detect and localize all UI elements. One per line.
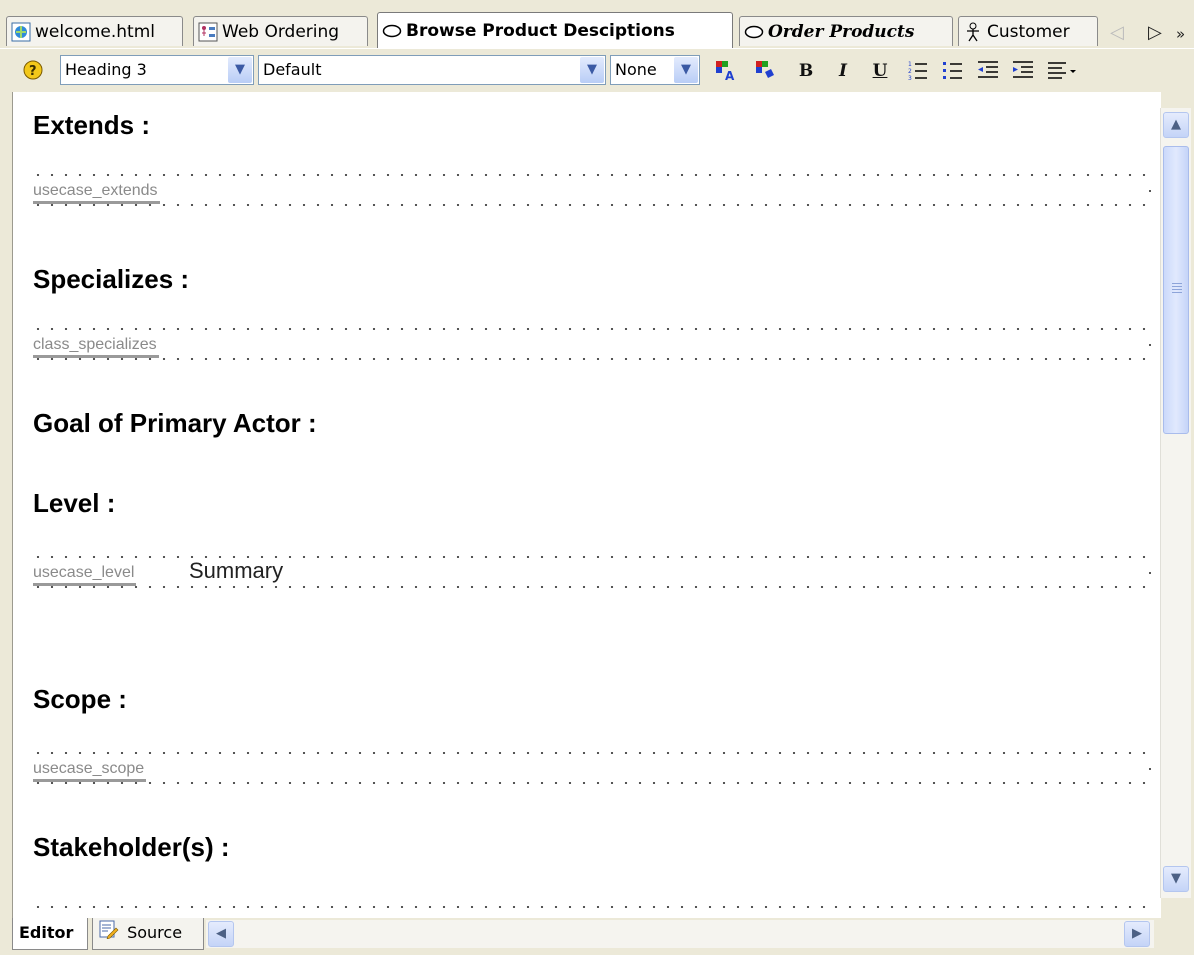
html-page-icon <box>11 22 31 42</box>
tab-list-overflow-icon[interactable]: » <box>1176 25 1185 43</box>
tab-welcome-html[interactable]: welcome.html <box>6 16 183 46</box>
grip-icon <box>1172 283 1182 293</box>
tab-navigation: ◁ ▷ » <box>1106 22 1194 46</box>
field-tag: usecase_scope <box>33 759 147 782</box>
scroll-up-icon[interactable]: ▲ <box>1163 112 1189 138</box>
scroll-right-icon[interactable]: ▶ <box>1124 921 1150 947</box>
bulleted-list-icon[interactable] <box>940 58 966 84</box>
tab-label: Web Ordering <box>222 21 340 42</box>
heading-extends: Extends : <box>33 110 151 140</box>
italic-icon[interactable]: I <box>830 58 856 84</box>
field-border <box>31 752 1151 754</box>
scroll-tabs-right-icon[interactable]: ▷ <box>1148 22 1162 43</box>
tab-label: Editor <box>19 923 74 942</box>
field-border <box>31 358 1151 360</box>
field-value[interactable]: Summary <box>189 558 284 584</box>
field-border <box>31 328 1151 330</box>
usecase-ellipse-icon <box>744 22 764 42</box>
field-border <box>1149 572 1151 574</box>
svg-text:A: A <box>725 69 735 82</box>
heading-level: Level : <box>33 488 116 518</box>
chevron-down-icon[interactable]: ▼ <box>674 57 698 83</box>
font-family-select[interactable]: Default ▼ <box>258 55 606 85</box>
vertical-scrollbar[interactable]: ▲ ▼ <box>1160 108 1191 898</box>
usecase-ellipse-icon <box>382 21 402 41</box>
numbered-list-icon[interactable]: 123 <box>905 58 931 84</box>
svg-text:1: 1 <box>908 61 912 68</box>
heading-scope: Scope : <box>33 684 127 714</box>
tab-web-ordering[interactable]: Web Ordering <box>193 16 368 46</box>
paragraph-style-select[interactable]: Heading 3 ▼ <box>60 55 254 85</box>
field-border <box>31 174 1151 176</box>
scrollbar-thumb[interactable] <box>1163 146 1189 434</box>
indent-icon[interactable] <box>1010 58 1036 84</box>
source-edit-icon <box>99 919 119 949</box>
format-toolbar: ? Heading 3 ▼ Default ▼ None ▼ A B I U 1… <box>0 48 1194 93</box>
tab-browse-product-descriptions[interactable]: Browse Product Desciptions <box>377 12 733 48</box>
field-tag: usecase_extends <box>33 181 160 204</box>
font-size-select[interactable]: None ▼ <box>610 55 700 85</box>
tab-label: Source <box>127 923 183 942</box>
tab-label: Browse Product Desciptions <box>406 20 675 41</box>
field-border <box>31 906 1151 908</box>
scroll-tabs-left-icon[interactable]: ◁ <box>1110 22 1124 43</box>
svg-text:?: ? <box>29 64 37 79</box>
field-tag: class_specializes <box>33 335 159 358</box>
heading-goal-of-primary-actor: Goal of Primary Actor : <box>33 408 317 438</box>
chevron-down-icon[interactable]: ▼ <box>580 57 604 83</box>
help-icon[interactable]: ? <box>18 58 48 84</box>
editor-tab-bar: welcome.html Web Ordering Browse Product… <box>0 0 1194 55</box>
field-border <box>1149 190 1151 192</box>
font-family-value: Default <box>263 60 322 79</box>
text-color-icon[interactable]: A <box>712 58 738 84</box>
tab-customer[interactable]: Customer <box>958 16 1098 46</box>
heading-specializes: Specializes : <box>33 264 190 294</box>
chevron-down-icon[interactable]: ▼ <box>228 57 252 83</box>
horizontal-scrollbar[interactable]: ◀ ▶ <box>206 920 1154 948</box>
usecase-extends-field[interactable]: usecase_extends <box>31 174 1151 214</box>
scroll-left-icon[interactable]: ◀ <box>208 921 234 947</box>
actor-icon <box>963 22 983 42</box>
underline-icon[interactable]: U <box>867 58 893 84</box>
heading-stakeholders: Stakeholder(s) : <box>33 832 230 862</box>
field-border <box>31 782 1151 784</box>
tab-label: Customer <box>987 21 1070 42</box>
tab-editor[interactable]: Editor <box>12 918 88 950</box>
outdent-icon[interactable] <box>975 58 1001 84</box>
scroll-down-icon[interactable]: ▼ <box>1163 866 1189 892</box>
editor-mode-bar: Editor Source ◀ ▶ <box>0 918 1194 955</box>
font-size-value: None <box>615 60 657 79</box>
highlight-color-icon[interactable] <box>752 58 778 84</box>
tab-source[interactable]: Source <box>92 918 204 950</box>
tab-label: Order Products <box>768 21 915 42</box>
stakeholders-field[interactable] <box>31 906 1151 918</box>
field-border <box>31 586 1151 588</box>
usecase-level-field[interactable]: usecase_level Summary <box>31 556 1151 596</box>
class-specializes-field[interactable]: class_specializes <box>31 328 1151 368</box>
field-border <box>1149 768 1151 770</box>
document-editor[interactable]: Extends : usecase_extends Specializes : … <box>12 92 1161 918</box>
bold-icon[interactable]: B <box>793 58 819 84</box>
field-border <box>1149 344 1151 346</box>
svg-text:3: 3 <box>908 75 912 82</box>
field-border <box>31 204 1151 206</box>
usecase-scope-field[interactable]: usecase_scope <box>31 752 1151 792</box>
field-tag: usecase_level <box>33 563 137 586</box>
diagram-icon <box>198 22 218 42</box>
svg-text:2: 2 <box>908 68 912 75</box>
align-icon[interactable] <box>1045 58 1081 84</box>
tab-order-products[interactable]: Order Products <box>739 16 953 46</box>
paragraph-style-value: Heading 3 <box>65 60 147 79</box>
tab-label: welcome.html <box>35 21 155 42</box>
